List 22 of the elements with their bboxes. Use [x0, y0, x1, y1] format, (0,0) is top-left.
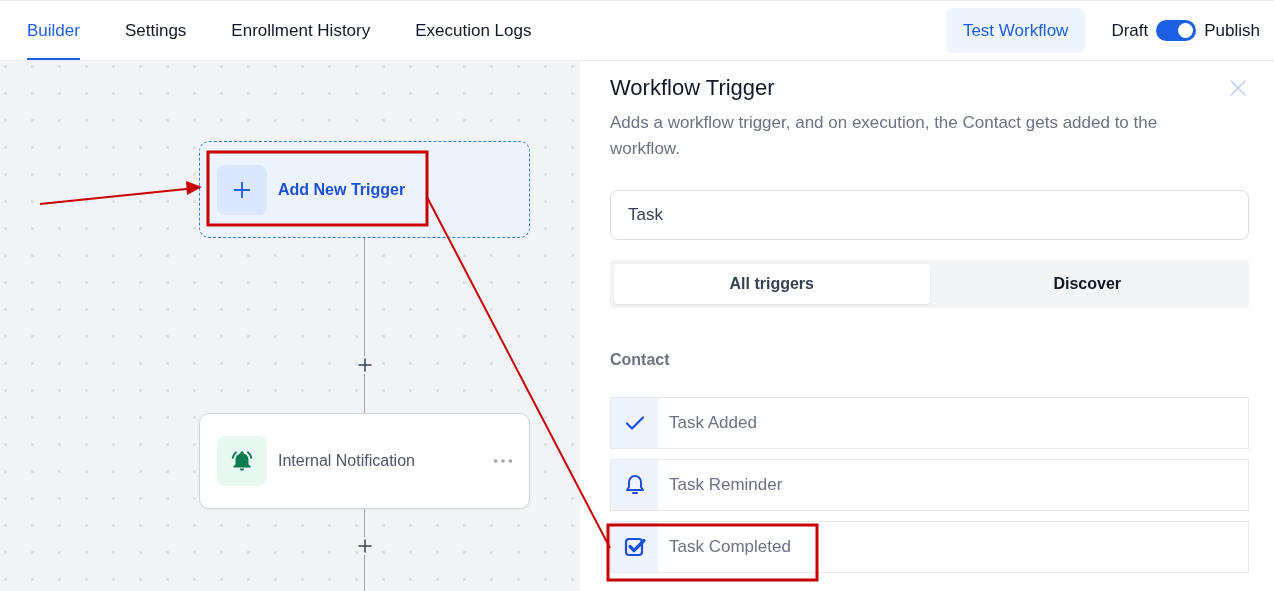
tab[interactable]: Enrollment History — [231, 1, 371, 60]
test-workflow-button[interactable]: Test Workflow — [945, 8, 1086, 53]
panel-title: Workflow Trigger — [610, 75, 775, 101]
draft-label: Draft — [1111, 20, 1149, 41]
tab[interactable]: Execution Logs — [415, 1, 532, 60]
trigger-label: Add New Trigger — [278, 180, 406, 199]
option-label: Task Reminder — [669, 475, 783, 495]
tab[interactable]: Settings — [124, 1, 187, 60]
option-label: Task Completed — [669, 537, 791, 557]
section-heading: Contact — [610, 351, 671, 369]
search-field[interactable]: Task — [610, 190, 1249, 240]
option-label: Task Added — [669, 413, 757, 433]
action-label: Internal Notification — [278, 452, 416, 470]
trigger-option[interactable]: Task Reminder — [610, 459, 1249, 511]
trigger-node[interactable]: Add New Trigger — [199, 141, 530, 238]
segment-tab[interactable]: Discover — [929, 264, 1245, 304]
publish-label: Publish — [1204, 20, 1260, 41]
segment-tab[interactable]: All triggers — [614, 264, 930, 304]
trigger-option[interactable]: Task Added — [610, 397, 1249, 449]
trigger-option[interactable]: Task Completed — [610, 521, 1249, 573]
action-card[interactable]: Internal Notification — [199, 413, 530, 509]
panel-description: Adds a workflow trigger, and on execution, the Contact gets added to the workflow. — [610, 112, 1159, 160]
